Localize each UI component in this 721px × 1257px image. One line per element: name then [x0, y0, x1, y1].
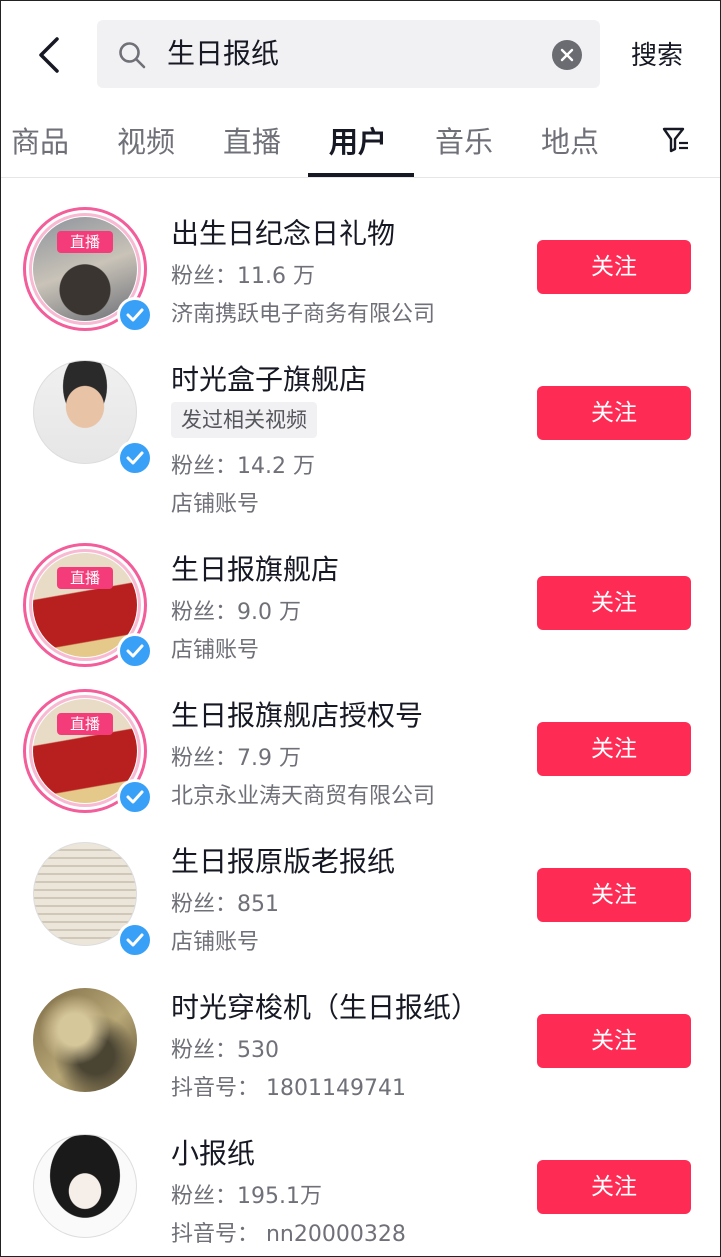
clear-icon[interactable]: [552, 40, 582, 70]
verified-badge-icon: [117, 440, 153, 476]
verified-badge-icon: [117, 297, 153, 333]
avatar[interactable]: 直播: [23, 207, 153, 333]
live-badge: 直播: [57, 713, 113, 735]
fan-count: 粉丝：851: [171, 892, 279, 917]
tab-music[interactable]: 音乐: [435, 119, 493, 161]
fan-count: 粉丝：14.2 万: [171, 454, 315, 479]
tab-goods[interactable]: 商品: [11, 119, 69, 161]
user-row[interactable]: 时光穿梭机（生日报纸） 粉丝：530 抖音号： 1801149741 关注: [1, 970, 720, 1116]
user-info: 店铺账号: [171, 492, 260, 517]
filter-icon[interactable]: [661, 125, 691, 155]
live-badge: 直播: [57, 567, 113, 589]
user-name: 时光盒子旗舰店: [171, 363, 368, 396]
follow-button[interactable]: 关注: [537, 1160, 691, 1214]
user-name: 生日报旗舰店: [171, 553, 340, 586]
follow-button[interactable]: 关注: [537, 240, 691, 294]
tab-bar: 商品 视频 直播 用户 音乐 地点: [1, 105, 720, 178]
user-info: 店铺账号: [171, 930, 260, 955]
user-info: 抖音号： nn20000328: [171, 1222, 406, 1247]
avatar[interactable]: 直播: [23, 689, 153, 815]
live-badge: 直播: [57, 231, 113, 253]
related-video-tag: 发过相关视频: [171, 402, 317, 438]
user-info: 北京永业涛天商贸有限公司: [171, 784, 436, 809]
user-row[interactable]: 生日报原版老报纸 粉丝：851 店铺账号 关注: [1, 824, 720, 970]
avatar-image: [33, 988, 137, 1092]
follow-button[interactable]: 关注: [537, 722, 691, 776]
avatar-image: [33, 1134, 137, 1238]
user-row[interactable]: 小报纸 粉丝：195.1万 抖音号： nn20000328 关注: [1, 1116, 720, 1256]
fan-count: 粉丝：9.0 万: [171, 600, 301, 625]
avatar[interactable]: [33, 842, 153, 958]
back-arrow-icon[interactable]: [31, 35, 71, 75]
user-row[interactable]: 直播 生日报旗舰店 粉丝：9.0 万 店铺账号 关注: [1, 532, 720, 678]
verified-badge-icon: [117, 779, 153, 815]
user-name: 生日报原版老报纸: [171, 845, 396, 878]
search-icon: [119, 42, 146, 69]
search-header: 生日报纸 搜索: [1, 1, 720, 105]
avatar[interactable]: 直播: [23, 543, 153, 669]
verified-badge-icon: [117, 922, 153, 958]
tab-videos[interactable]: 视频: [117, 119, 175, 161]
tab-places[interactable]: 地点: [541, 119, 599, 161]
search-query: 生日报纸: [167, 37, 280, 70]
avatar[interactable]: [33, 988, 137, 1092]
tab-live[interactable]: 直播: [223, 119, 281, 161]
active-tab-indicator: [308, 173, 414, 177]
fan-count: 粉丝：195.1万: [171, 1184, 322, 1209]
user-row[interactable]: 时光盒子旗舰店 发过相关视频 粉丝：14.2 万 店铺账号 关注: [1, 342, 720, 517]
search-input[interactable]: 生日报纸: [97, 20, 600, 88]
user-name: 小报纸: [171, 1137, 256, 1170]
user-info: 店铺账号: [171, 638, 260, 663]
tab-users[interactable]: 用户: [329, 119, 387, 161]
avatar[interactable]: [33, 1134, 137, 1238]
search-button[interactable]: 搜索: [631, 35, 683, 72]
user-name: 生日报旗舰店授权号: [171, 699, 424, 732]
user-name: 出生日纪念日礼物: [171, 217, 396, 250]
fan-count: 粉丝：530: [171, 1038, 279, 1063]
user-name: 时光穿梭机（生日报纸）: [171, 991, 480, 1024]
fan-count: 粉丝：11.6 万: [171, 264, 315, 289]
user-info: 抖音号： 1801149741: [171, 1076, 406, 1101]
user-row[interactable]: 直播 生日报旗舰店授权号 粉丝：7.9 万 北京永业涛天商贸有限公司 关注: [1, 678, 720, 824]
verified-badge-icon: [117, 633, 153, 669]
user-info: 济南携跃电子商务有限公司: [171, 302, 436, 327]
follow-button[interactable]: 关注: [537, 576, 691, 630]
fan-count: 粉丝：7.9 万: [171, 746, 301, 771]
follow-button[interactable]: 关注: [537, 1014, 691, 1068]
follow-button[interactable]: 关注: [537, 386, 691, 440]
follow-button[interactable]: 关注: [537, 868, 691, 922]
user-row[interactable]: 直播 出生日纪念日礼物 粉丝：11.6 万 济南携跃电子商务有限公司 关注: [1, 196, 720, 342]
avatar[interactable]: [33, 360, 153, 476]
screen: 生日报纸 搜索 商品 视频 直播 用户 音乐 地点 直播 出生日纪念日礼物 粉丝…: [0, 0, 721, 1257]
